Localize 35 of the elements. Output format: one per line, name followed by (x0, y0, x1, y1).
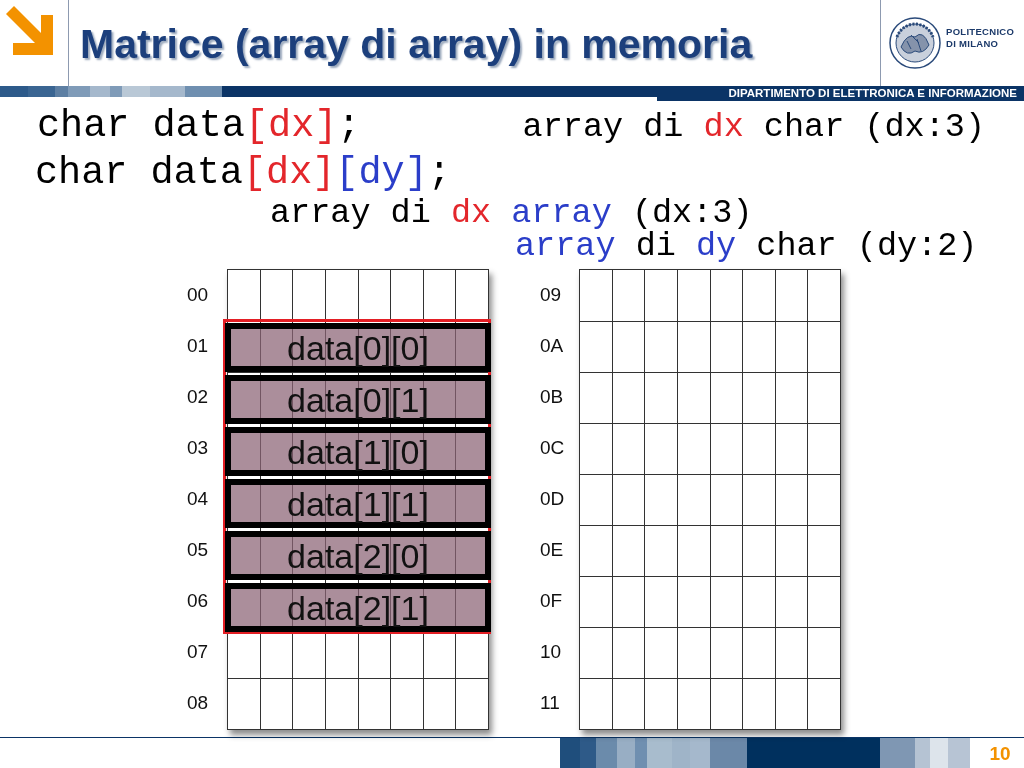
seal-icon (889, 17, 941, 69)
address-label: 0C (540, 436, 566, 461)
matrix-element: data[2][1] (225, 583, 491, 632)
matrix-element: data[1][1] (225, 479, 491, 528)
address-label: 06 (187, 589, 210, 614)
address-label: 0E (540, 538, 565, 563)
address-label: 02 (187, 385, 210, 410)
annotation-text: array di dx char (dx:3) (522, 111, 985, 144)
annotation-text: array di dy char (dy:2) (515, 230, 978, 263)
address-label: 0A (540, 334, 565, 359)
address-label: 10 (540, 640, 563, 665)
matrix-element: data[0][1] (225, 375, 491, 424)
address-label: 0B (540, 385, 565, 410)
slide-title: Matrice (array di array) in memoria (80, 20, 754, 70)
department-label: DIPARTIMENTO DI ELETTRONICA E INFORMAZIONE (657, 86, 1024, 101)
address-label: 00 (187, 283, 210, 308)
annotation-text: array di dx array (dx:3) (270, 197, 753, 230)
arrow-icon (6, 6, 53, 55)
address-label: 08 (187, 691, 210, 716)
matrix-element: data[2][0] (225, 531, 491, 580)
address-label: 0F (540, 589, 564, 614)
matrix-element: data[1][0] (225, 427, 491, 476)
address-label: 03 (187, 436, 210, 461)
matrix-element: data[0][0] (225, 323, 491, 372)
address-label: 11 (540, 691, 561, 716)
code-line: char data[dx][dy]; (35, 150, 451, 197)
logo-wordmark: POLITECNICO DI MILANO (946, 26, 1015, 50)
address-label: 07 (187, 640, 210, 665)
address-label: 01 (187, 334, 210, 359)
code-line: char data[dx]; (37, 103, 361, 150)
address-label: 0D (540, 487, 566, 512)
address-label: 09 (540, 283, 563, 308)
address-label: 05 (187, 538, 210, 563)
page-number: 10 (988, 742, 1012, 766)
address-label: 04 (187, 487, 210, 512)
